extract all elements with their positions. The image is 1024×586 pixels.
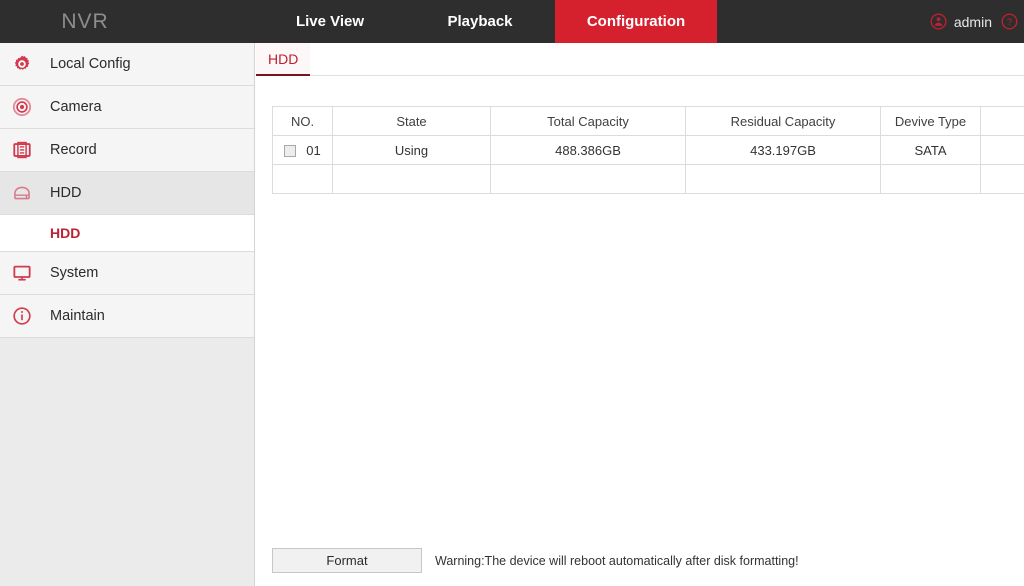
sidebar-subitem-hdd[interactable]: HDD <box>0 215 254 252</box>
content-pane: HDD NO. State Total Capacity Residual Ca… <box>256 43 1024 586</box>
user-circle-icon <box>930 13 947 30</box>
sidebar-empty-area <box>0 338 254 586</box>
hdd-table: NO. State Total Capacity Residual Capaci… <box>272 106 1024 194</box>
format-warning-text: Warning:The device will reboot automatic… <box>435 553 799 568</box>
column-header-residual-capacity: Residual Capacity <box>685 106 881 136</box>
format-button[interactable]: Format <box>272 548 422 573</box>
hdd-table-container: NO. State Total Capacity Residual Capaci… <box>272 106 1024 533</box>
sidebar-item-system[interactable]: System <box>0 252 254 295</box>
record-list-icon <box>11 139 33 161</box>
row-checkbox[interactable] <box>284 145 297 158</box>
sidebar: Local Config Camera Record HDD HDD Syste… <box>0 43 255 586</box>
empty-cell-no <box>272 164 333 194</box>
empty-cell-state <box>332 164 491 194</box>
primary-nav: Live View Playback Configuration <box>255 0 717 43</box>
table-row[interactable]: 01 Using 488.386GB 433.197GB SATA <box>272 135 1024 165</box>
sidebar-label-camera: Camera <box>50 99 102 115</box>
table-footer: Format Warning:The device will reboot au… <box>272 548 1024 573</box>
column-header-state: State <box>332 106 491 136</box>
tab-strip: HDD <box>256 43 1024 76</box>
sidebar-label-local-config: Local Config <box>50 56 131 72</box>
table-empty-rows <box>272 164 1024 194</box>
sidebar-item-local-config[interactable]: Local Config <box>0 43 254 86</box>
user-name-label: admin <box>953 13 992 30</box>
nav-live-view[interactable]: Live View <box>255 0 405 43</box>
nvr-web-app: NVR Live View Playback Configuration adm… <box>0 0 1024 586</box>
cell-no: 01 <box>272 135 333 165</box>
sidebar-label-hdd: HDD <box>50 185 82 201</box>
column-header-device-type: Devive Type <box>880 106 981 136</box>
cell-device-type: SATA <box>880 135 981 165</box>
cell-extra <box>980 135 1024 165</box>
cell-total-capacity: 488.386GB <box>490 135 686 165</box>
help-circle-icon[interactable]: ? <box>1001 13 1018 30</box>
info-circle-icon <box>11 305 33 327</box>
app-logo: NVR <box>61 9 109 33</box>
sidebar-item-record[interactable]: Record <box>0 129 254 172</box>
column-header-extra <box>980 106 1024 136</box>
sidebar-item-camera[interactable]: Camera <box>0 86 254 129</box>
cell-state: Using <box>332 135 491 165</box>
sidebar-item-maintain[interactable]: Maintain <box>0 295 254 338</box>
column-header-total-capacity: Total Capacity <box>490 106 686 136</box>
nav-playback[interactable]: Playback <box>405 0 555 43</box>
empty-cell-extra <box>980 164 1024 194</box>
header-right-controls: admin ? <box>930 0 1024 43</box>
top-header-bar: NVR Live View Playback Configuration adm… <box>0 0 1024 43</box>
hard-drive-icon <box>11 182 33 204</box>
sidebar-label-maintain: Maintain <box>50 308 105 324</box>
user-block[interactable]: admin <box>930 13 992 30</box>
nav-configuration[interactable]: Configuration <box>555 0 717 43</box>
sidebar-label-record: Record <box>50 142 97 158</box>
table-header-row: NO. State Total Capacity Residual Capaci… <box>272 106 1024 136</box>
empty-cell-device <box>880 164 981 194</box>
tab-hdd[interactable]: HDD <box>256 43 311 76</box>
column-header-no: NO. <box>272 106 333 136</box>
camera-lens-icon <box>11 96 33 118</box>
sidebar-item-hdd[interactable]: HDD <box>0 172 254 215</box>
empty-cell-residual <box>685 164 881 194</box>
cell-no-text: 01 <box>306 142 321 158</box>
svg-text:?: ? <box>1007 17 1012 27</box>
sidebar-label-system: System <box>50 265 99 281</box>
sidebar-sublabel-hdd: HDD <box>50 225 81 241</box>
cell-residual-capacity: 433.197GB <box>685 135 881 165</box>
monitor-icon <box>11 262 33 284</box>
empty-cell-total <box>490 164 686 194</box>
gear-icon <box>11 53 33 75</box>
